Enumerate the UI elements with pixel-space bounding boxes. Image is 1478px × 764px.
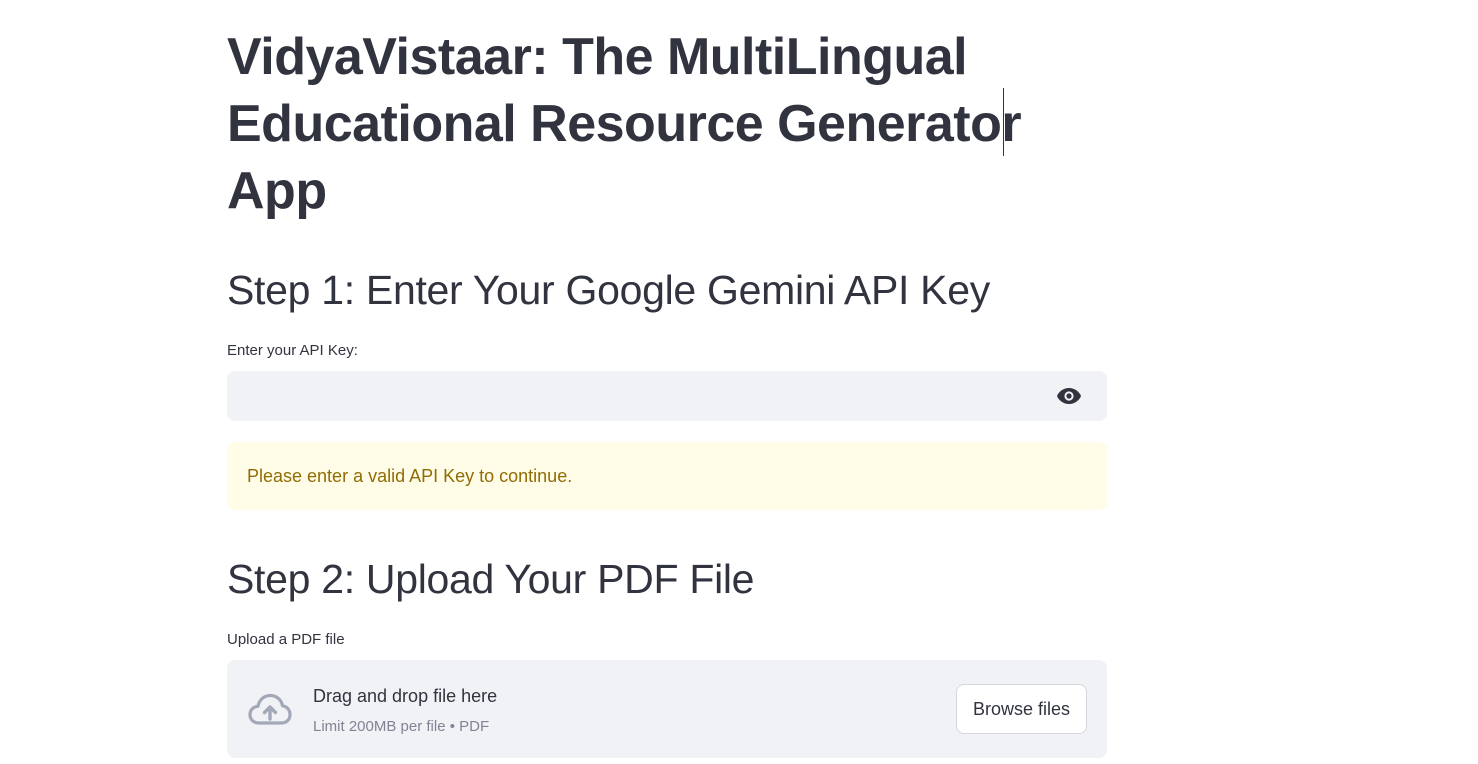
browse-files-button[interactable]: Browse files <box>955 684 1087 734</box>
step2-heading: Step 2: Upload Your PDF File <box>227 556 755 602</box>
api-key-label: Enter your API Key: <box>227 342 358 359</box>
cloud-upload-icon <box>248 693 292 725</box>
uploader-label: Upload a PDF file <box>227 631 345 648</box>
page-title: VidyaVistaar: The MultiLingual Education… <box>227 28 1022 220</box>
api-key-warning: Please enter a valid API Key to continue… <box>227 442 1107 510</box>
api-key-input[interactable] <box>227 371 1027 421</box>
dropzone-title: Drag and drop file here <box>313 686 498 706</box>
file-dropzone[interactable]: Drag and drop file here Limit 200MB per … <box>227 660 1107 758</box>
dropzone-limit: Limit 200MB per file • PDF <box>313 718 490 735</box>
warning-text: Please enter a valid API Key to continue… <box>247 465 573 486</box>
show-password-button[interactable] <box>1055 384 1083 408</box>
step1-heading: Step 1: Enter Your Google Gemini API Key <box>227 267 990 313</box>
api-key-field <box>227 371 1107 421</box>
text-cursor <box>1003 88 1004 156</box>
eye-icon <box>1057 388 1081 404</box>
